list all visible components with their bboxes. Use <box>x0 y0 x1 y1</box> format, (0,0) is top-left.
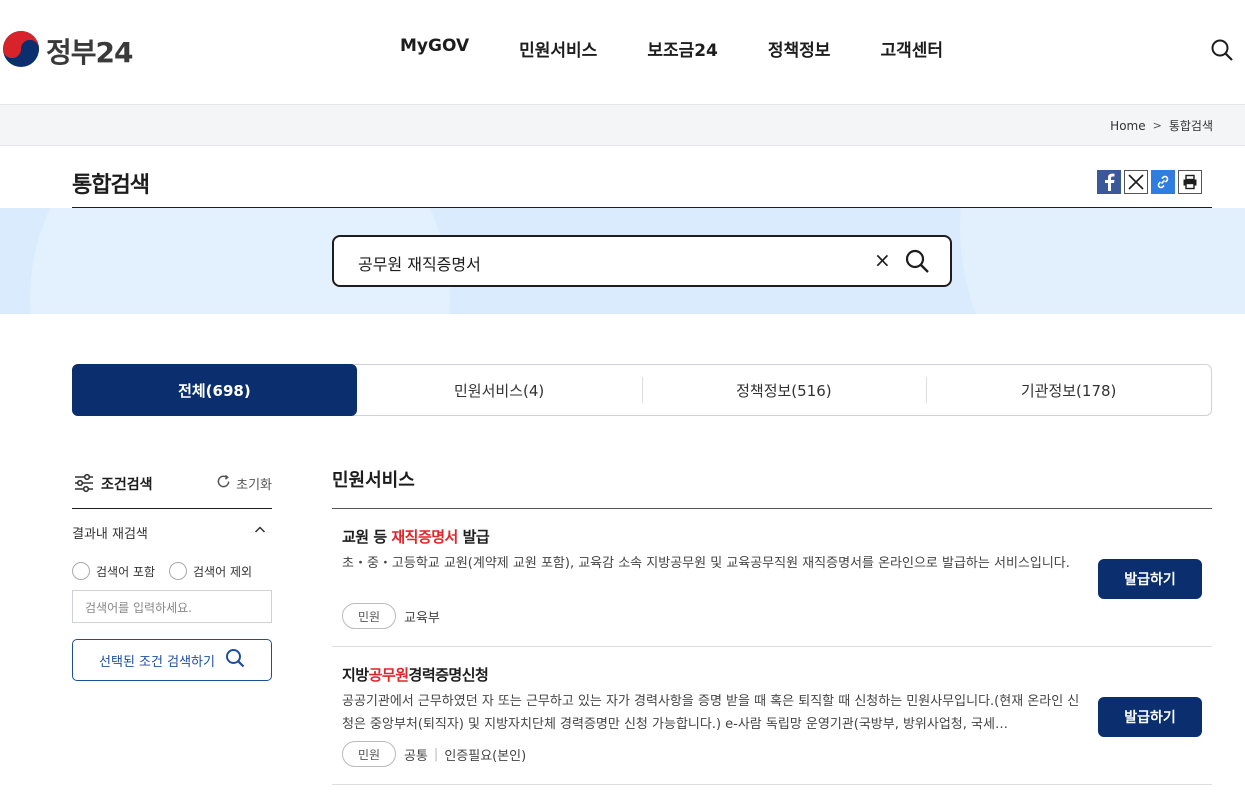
result-meta: 민원 교육부 <box>342 603 440 629</box>
title-highlight: 공무원 <box>368 666 409 684</box>
result-description: 공공기관에서 근무하였던 자 또는 근무하고 있는 자가 경력사항을 증명 받을… <box>342 694 1080 732</box>
tab-policy-info[interactable]: 정책정보(516) <box>641 365 927 415</box>
filter-header: 조건검색 초기화 <box>72 465 272 509</box>
result-auth-required: 인증필요(본인) <box>444 748 527 764</box>
result-description: 초・중・고등학교 교원(계약제 교원 포함), 교육감 소속 지방공무원 및 교… <box>342 556 1070 571</box>
radio-circle[interactable] <box>169 562 188 580</box>
nav-subsidy24[interactable]: 보조금24 <box>647 36 718 61</box>
result-org: 공통 <box>404 748 428 764</box>
title-text: 지방 <box>342 666 369 684</box>
search-hero: 공무원 재직증명서 × <box>0 208 1245 314</box>
include-keyword-radio[interactable]: 검색어 포함 <box>72 562 155 580</box>
meta-divider: | <box>433 746 439 762</box>
breadcrumb-bar: Home > 통합검색 <box>0 104 1245 146</box>
filter-sidebar: 조건검색 초기화 결과내 재검색 검색어 포함 검색어 제외 검색어를 입력하세… <box>72 465 272 681</box>
issue-button[interactable]: 발급하기 <box>1098 697 1202 737</box>
refresh-icon <box>216 474 231 493</box>
site-logo[interactable]: 정부24 <box>2 30 133 72</box>
print-icon[interactable] <box>1178 170 1202 194</box>
exclude-label: 검색어 제외 <box>193 564 253 579</box>
tab-all[interactable]: 전체(698) <box>72 364 357 416</box>
x-twitter-icon[interactable] <box>1124 170 1148 194</box>
include-label: 검색어 포함 <box>96 564 156 579</box>
breadcrumb-home[interactable]: Home <box>1110 119 1145 133</box>
apply-filter-label: 선택된 조건 검색하기 <box>99 654 215 670</box>
title-highlight: 재직증명서 <box>391 528 458 546</box>
exclude-keyword-radio[interactable]: 검색어 제외 <box>169 562 252 580</box>
sliders-icon <box>74 473 94 497</box>
keyword-mode-radios: 검색어 포함 검색어 제외 <box>72 562 272 580</box>
page-title: 통합검색 <box>72 173 150 198</box>
share-buttons <box>1097 170 1202 194</box>
section-title: 민원서비스 <box>332 466 1212 509</box>
search-input[interactable]: 공무원 재직증명서 <box>358 251 481 275</box>
clear-icon[interactable]: × <box>874 248 891 272</box>
chevron-up-icon <box>254 524 266 540</box>
chevron-right-icon: > <box>1152 119 1162 132</box>
category-badge: 민원 <box>342 741 396 767</box>
search-box[interactable]: 공무원 재직증명서 × <box>332 235 952 287</box>
page-title-row: 통합검색 <box>72 145 1212 209</box>
keyword-input[interactable]: 검색어를 입력하세요. <box>72 590 272 623</box>
tab-civil-service[interactable]: 민원서비스(4) <box>357 365 642 415</box>
tab-agency-info[interactable]: 기관정보(178) <box>926 365 1211 415</box>
research-title: 결과내 재검색 <box>72 527 148 542</box>
nav-customer-center[interactable]: 고객센터 <box>880 36 943 61</box>
radio-circle[interactable] <box>72 562 90 580</box>
taegeuk-logo-icon <box>2 30 40 72</box>
nav-mygov[interactable]: MyGOV <box>400 36 469 61</box>
result-title[interactable]: 지방공무원경력증명신청 <box>342 664 489 685</box>
facebook-icon[interactable] <box>1097 170 1121 194</box>
filter-title: 조건검색 <box>101 477 153 493</box>
logo-text: 정부24 <box>46 36 133 69</box>
category-badge: 민원 <box>342 603 396 629</box>
reset-label: 초기화 <box>236 478 272 493</box>
breadcrumb-current: 통합검색 <box>1168 119 1213 133</box>
breadcrumb: Home > 통합검색 <box>1110 117 1213 134</box>
link-copy-icon[interactable] <box>1151 170 1175 194</box>
results-section: 민원서비스 교원 등 재직증명서 발급 초・중・고등학교 교원(계약제 교원 포… <box>332 466 1212 785</box>
result-title[interactable]: 교원 등 재직증명서 발급 <box>342 526 490 547</box>
search-icon[interactable] <box>904 248 930 278</box>
header-search-icon[interactable] <box>1210 38 1234 66</box>
result-item: 교원 등 재직증명서 발급 초・중・고등학교 교원(계약제 교원 포함), 교육… <box>332 509 1212 647</box>
title-text: 발급 <box>457 528 490 546</box>
nav-civil-service[interactable]: 민원서비스 <box>519 36 597 61</box>
issue-button[interactable]: 발급하기 <box>1098 559 1202 599</box>
search-icon <box>225 648 245 672</box>
result-meta: 민원 공통 | 인증필요(본인) <box>342 741 526 767</box>
research-toggle[interactable]: 결과내 재검색 <box>72 523 272 542</box>
main-nav: MyGOV 민원서비스 보조금24 정책정보 고객센터 <box>400 36 993 61</box>
title-text: 교원 등 <box>342 528 392 546</box>
result-item: 지방공무원경력증명신청 공공기관에서 근무하였던 자 또는 근무하고 있는 자가… <box>332 647 1212 785</box>
hero-decoration <box>960 208 1245 314</box>
result-org: 교육부 <box>404 610 440 626</box>
title-text: 경력증명신청 <box>408 666 489 684</box>
nav-policy-info[interactable]: 정책정보 <box>768 36 831 61</box>
site-header: 정부24 MyGOV 민원서비스 보조금24 정책정보 고객센터 <box>0 0 1245 104</box>
result-tabs: 전체(698) 민원서비스(4) 정책정보(516) 기관정보(178) <box>72 364 1212 416</box>
reset-button[interactable]: 초기화 <box>216 474 272 493</box>
apply-filter-button[interactable]: 선택된 조건 검색하기 <box>72 639 272 681</box>
